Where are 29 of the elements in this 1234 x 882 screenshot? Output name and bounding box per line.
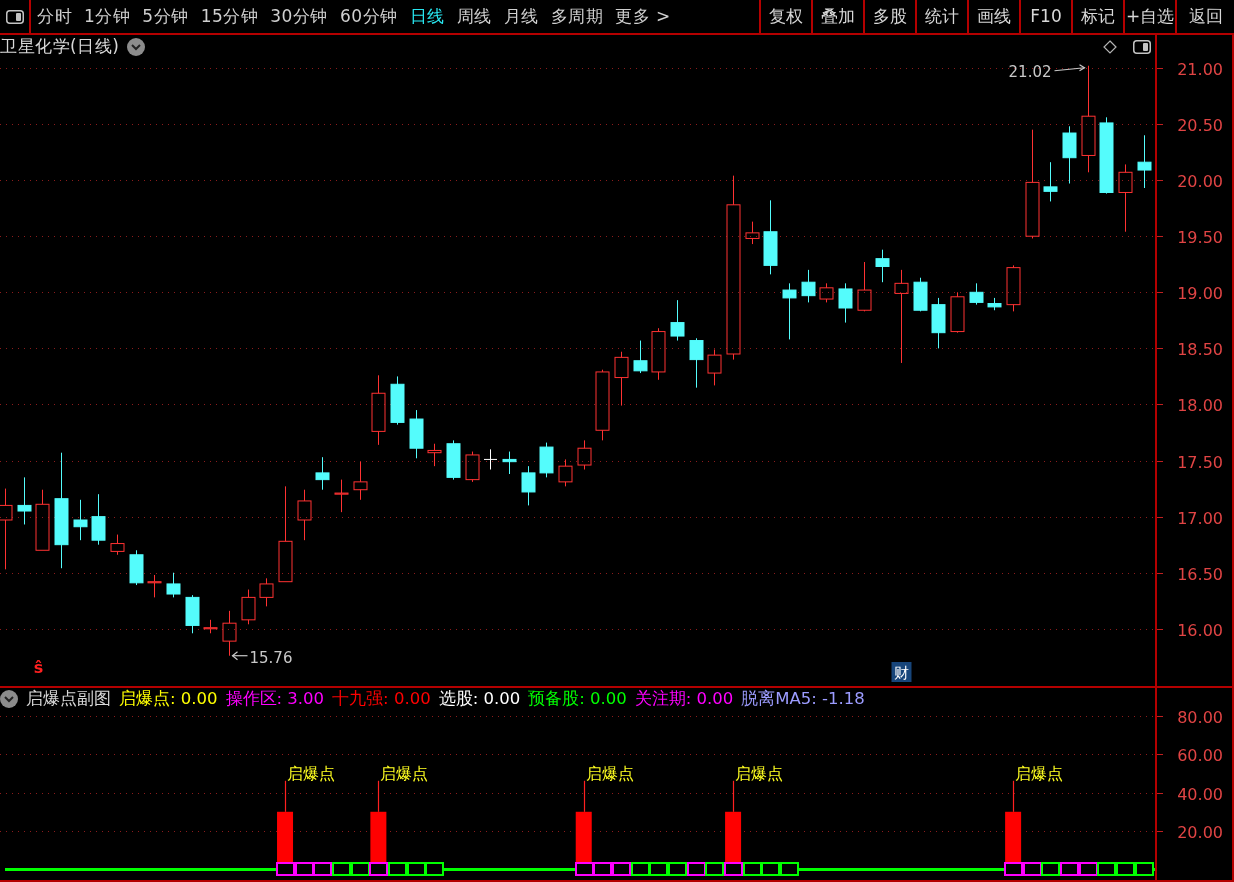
axis-label: 80.00 [1177, 710, 1223, 727]
signal-label: 启爆点 [585, 763, 634, 783]
price-label: 18.50 [1177, 339, 1223, 359]
indicator-value: 十九强: 0.00 [332, 688, 431, 710]
indicator-value: 启爆点: 0.00 [119, 688, 218, 710]
indicator-title: 启爆点副图 [26, 688, 111, 710]
signal-label: 启爆点 [379, 763, 428, 783]
price-label: 19.00 [1177, 283, 1223, 303]
price-label: 19.50 [1177, 227, 1223, 247]
price-label: 16.00 [1177, 620, 1223, 640]
axis-label: 60.00 [1177, 745, 1223, 765]
price-label: 21.00 [1177, 59, 1223, 79]
indicator-value: 操作区: 3.00 [225, 688, 325, 710]
indicator-value: 关注期: 0.00 [634, 688, 734, 710]
price-label: 18.00 [1177, 395, 1223, 415]
price-label: 17.00 [1177, 508, 1223, 528]
price-label: 20.00 [1177, 171, 1223, 191]
price-label: 20.50 [1177, 115, 1223, 135]
chart-title: 卫星化学(日线) [0, 35, 120, 59]
indicator-value: 脱离MA5: -1.18 [741, 688, 865, 710]
axis-label: 40.00 [1177, 784, 1223, 804]
indicator-value: 选股: 0.00 [438, 688, 521, 710]
signal-label: 启爆点 [286, 763, 335, 783]
price-label: 17.50 [1177, 452, 1223, 472]
signal-label: 启爆点 [734, 763, 783, 783]
indicator-value: 预备股: 0.00 [528, 688, 627, 710]
price-label: 16.50 [1177, 564, 1223, 584]
axis-label: 20.00 [1177, 822, 1223, 842]
signal-label: 启爆点 [1014, 763, 1063, 783]
